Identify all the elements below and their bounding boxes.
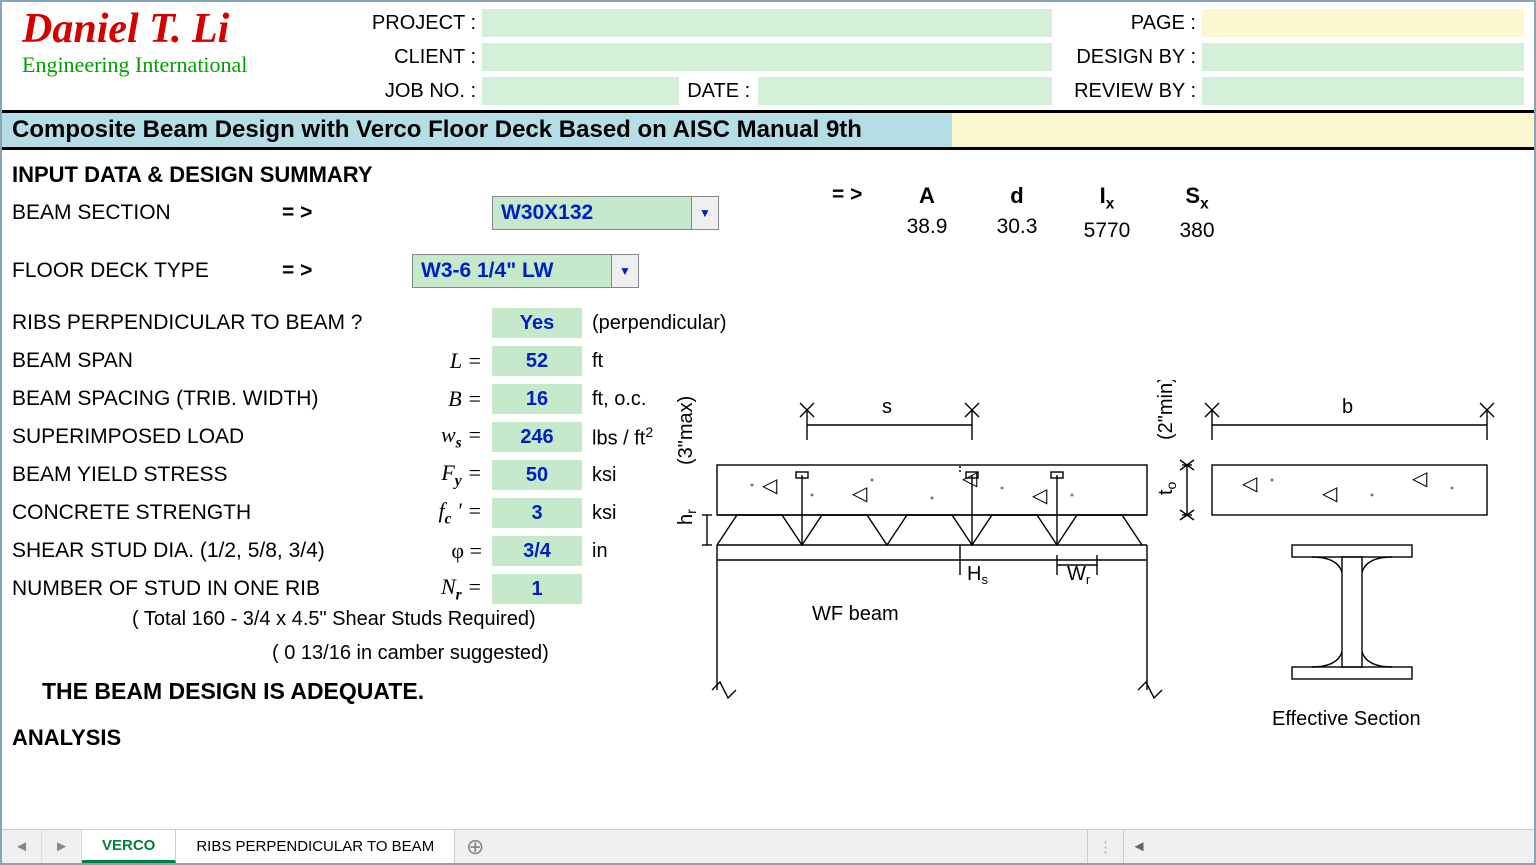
client-input[interactable] <box>482 43 1052 71</box>
designby-label: DESIGN BY : <box>1052 46 1202 69</box>
load-label: SUPERIMPOSED LOAD <box>12 425 342 449</box>
dim-hr: hr <box>675 509 699 525</box>
project-label: PROJECT : <box>352 12 482 35</box>
tab-prev-icon[interactable]: ◄ <box>2 830 42 863</box>
tab-separator-icon: ⋮ <box>1087 830 1124 863</box>
page-input[interactable] <box>1202 9 1524 37</box>
fc-unit: ksi <box>582 502 616 525</box>
prop-d-header: d <box>972 183 1062 209</box>
spacing-unit: ft, o.c. <box>582 388 646 411</box>
dim-hr-note: (3"max) <box>675 396 697 465</box>
svg-text:◁: ◁ <box>962 468 978 490</box>
dim-Hs: Hs <box>967 563 988 587</box>
fc-symbol: fc ' = <box>342 498 492 528</box>
span-symbol: L = <box>342 348 492 374</box>
spacing-value[interactable]: 16 <box>492 384 582 414</box>
logo-block: Daniel T. Li Engineering International <box>22 8 352 78</box>
stud-label: SHEAR STUD DIA. (1/2, 5/8, 3/4) <box>12 539 342 563</box>
svg-text:◁: ◁ <box>762 475 778 497</box>
prop-Ix-header: Ix <box>1062 183 1152 213</box>
beam-section-value: W30X132 <box>501 201 593 225</box>
beam-section-arrow: = > <box>282 201 342 225</box>
ribs-label: RIBS PERPENDICULAR TO BEAM ? <box>12 311 492 335</box>
deck-type-select[interactable]: W3-6 1/4" LW ▼ <box>412 254 612 288</box>
beam-section-label: BEAM SECTION <box>12 201 282 225</box>
prop-A-value: 38.9 <box>882 215 972 239</box>
stud-unit: in <box>582 540 608 563</box>
load-value[interactable]: 246 <box>492 422 582 452</box>
nr-value[interactable]: 1 <box>492 574 582 604</box>
prop-Sx-value: 380 <box>1152 219 1242 243</box>
client-label: CLIENT : <box>352 46 482 69</box>
tab-next-icon[interactable]: ► <box>42 830 82 863</box>
span-unit: ft <box>582 350 603 373</box>
wf-beam-label: WF beam <box>812 603 899 625</box>
tab-verco[interactable]: VERCO <box>82 830 176 863</box>
ribs-unit: (perpendicular) <box>582 312 727 335</box>
nr-symbol: Nr = <box>342 574 492 604</box>
props-arrow: = > <box>832 183 882 207</box>
deck-type-arrow: = > <box>282 259 342 283</box>
page-label: PAGE : <box>1052 12 1202 35</box>
prop-Ix-value: 5770 <box>1062 219 1152 243</box>
effective-section-label: Effective Section <box>1272 708 1421 730</box>
logo-subtitle: Engineering International <box>22 52 352 78</box>
beam-section-select[interactable]: W30X132 ▼ <box>492 196 692 230</box>
deck-type-value: W3-6 1/4" LW <box>421 259 553 283</box>
spacing-label: BEAM SPACING (TRIB. WIDTH) <box>12 387 342 411</box>
beam-diagram: ◁ ◁ ◁ ◁ s hr (3"max) Hs Wr <box>672 380 1512 740</box>
dim-to: to <box>1155 481 1179 495</box>
fy-symbol: Fy = <box>342 460 492 490</box>
fy-unit: ksi <box>582 464 616 487</box>
chevron-down-icon[interactable]: ▼ <box>611 254 639 288</box>
tab-add-icon[interactable]: ⊕ <box>455 830 495 863</box>
svg-text:◁: ◁ <box>1242 473 1258 495</box>
span-value[interactable]: 52 <box>492 346 582 376</box>
logo-name: Daniel T. Li <box>22 8 352 50</box>
nr-label: NUMBER OF STUD IN ONE RIB <box>12 577 342 601</box>
chevron-down-icon[interactable]: ▼ <box>691 196 719 230</box>
svg-text:◁: ◁ <box>852 483 868 505</box>
sheet-tabs: ◄ ► VERCO RIBS PERPENDICULAR TO BEAM ⊕ ⋮… <box>2 829 1534 863</box>
reviewby-label: REVIEW BY : <box>1052 80 1202 103</box>
page-title: Composite Beam Design with Verco Floor D… <box>2 113 952 147</box>
stud-value[interactable]: 3/4 <box>492 536 582 566</box>
fc-value[interactable]: 3 <box>492 498 582 528</box>
date-input[interactable] <box>758 77 1052 105</box>
span-label: BEAM SPAN <box>12 349 342 373</box>
date-label: DATE : <box>679 80 758 103</box>
svg-text:◁: ◁ <box>1322 483 1338 505</box>
fy-label: BEAM YIELD STRESS <box>12 463 342 487</box>
title-right-cell <box>952 113 1534 147</box>
ribs-value[interactable]: Yes <box>492 308 582 338</box>
load-unit: lbs / ft2 <box>582 424 653 451</box>
deck-type-label: FLOOR DECK TYPE <box>12 259 282 283</box>
dim-s: s <box>882 396 892 418</box>
jobno-input[interactable] <box>482 77 679 105</box>
prop-A-header: A <box>882 183 972 209</box>
load-symbol: ws = <box>342 422 492 452</box>
scroll-left-icon[interactable]: ◄ <box>1124 838 1154 855</box>
prop-d-value: 30.3 <box>972 215 1062 239</box>
svg-text:◁: ◁ <box>1412 468 1428 490</box>
spacing-symbol: B = <box>342 386 492 412</box>
dim-b: b <box>1342 396 1353 418</box>
reviewby-input[interactable] <box>1202 77 1524 105</box>
jobno-label: JOB NO. : <box>352 80 482 103</box>
dim-Wr: Wr <box>1067 563 1091 587</box>
prop-Sx-header: Sx <box>1152 183 1242 213</box>
dim-to-note: (2"min) <box>1155 380 1177 440</box>
svg-text:◁: ◁ <box>1032 485 1048 507</box>
fc-label: CONCRETE STRENGTH <box>12 501 342 525</box>
fy-value[interactable]: 50 <box>492 460 582 490</box>
tab-ribs[interactable]: RIBS PERPENDICULAR TO BEAM <box>176 830 455 863</box>
project-input[interactable] <box>482 9 1052 37</box>
designby-input[interactable] <box>1202 43 1524 71</box>
stud-symbol: φ = <box>342 538 492 564</box>
